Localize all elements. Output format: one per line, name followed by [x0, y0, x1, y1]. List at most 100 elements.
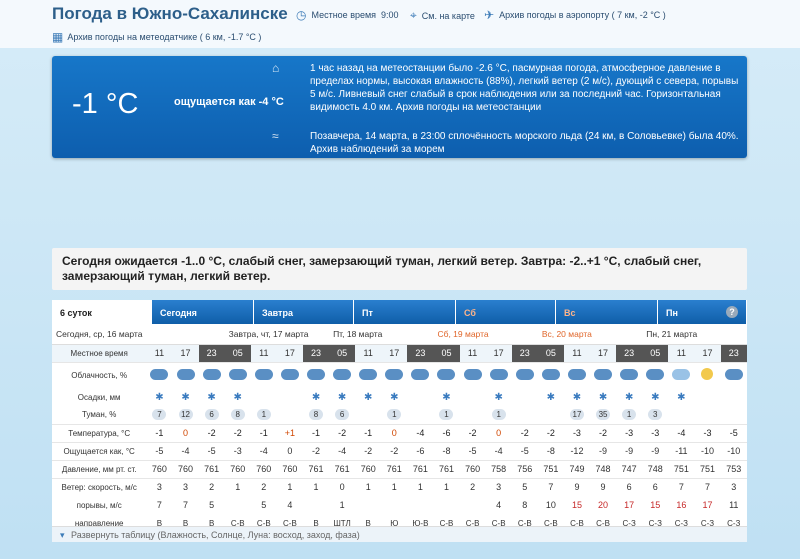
cloud-icon	[411, 368, 430, 380]
sun-icon	[701, 368, 714, 381]
temperature-cell: -2	[537, 423, 564, 442]
help-icon[interactable]: ?	[726, 306, 738, 318]
hours-cell: 17	[590, 343, 617, 362]
map-pin-icon: ⌖	[410, 8, 417, 22]
tab-3[interactable]: Завтра	[254, 300, 354, 324]
wind-cell: 1	[355, 477, 382, 496]
precip-cell: ✱	[303, 388, 329, 406]
tab-4[interactable]: Пт	[354, 300, 456, 324]
gusts-cell	[407, 496, 433, 514]
pressure-cell: 760	[224, 459, 251, 478]
tab-1[interactable]: 6 суток	[52, 300, 152, 324]
temperature-row: Температура, °C -1 0 -2 -2 -1 +1 -1 -2 -1 0 -4 -6 -2 0…	[52, 423, 747, 442]
temperature-cell: -3	[563, 423, 590, 442]
temperature-cell: -2	[224, 423, 251, 442]
pressure-cell: 761	[329, 459, 356, 478]
precip-cell	[251, 388, 277, 406]
cloud-cell	[563, 361, 590, 388]
fog-cell	[512, 406, 538, 424]
fog-badge: 8	[309, 409, 323, 421]
station-archive-link[interactable]: ▦ Архив погоды на метеодатчике ( 6 км, -…	[52, 30, 261, 44]
temperature-cell: -3	[616, 423, 643, 442]
fog-badge: 6	[335, 409, 350, 421]
fog-badge: 1	[491, 409, 506, 421]
fog-cell: 8	[225, 406, 251, 424]
temperature-cell: -2	[198, 423, 225, 442]
fog-cell: 7	[146, 406, 172, 424]
snow-icon: ✱	[546, 391, 556, 403]
cloud-cell	[511, 361, 538, 388]
feels-cell: -4	[250, 441, 277, 460]
hours-cell: 23	[616, 343, 643, 362]
gusts-cell	[303, 496, 329, 514]
pressure-cell: 761	[302, 459, 330, 478]
cloud-icon	[620, 368, 639, 380]
feels-cell: -12	[563, 441, 590, 460]
temperature-cell: -3	[694, 423, 721, 442]
tab-2[interactable]: Сегодня	[152, 300, 254, 324]
gusts-cell: 7	[156, 500, 162, 510]
precip-cell: ✱	[433, 388, 459, 406]
precip-cell	[460, 388, 486, 406]
local-time: ◷ Местное время 9:00	[296, 8, 399, 22]
wind-cell: 9	[590, 477, 617, 496]
gusts-cell	[225, 496, 251, 514]
pressure-cell: 756	[511, 459, 538, 478]
row-label: Местное время	[52, 343, 147, 362]
hours-cell: 23	[198, 343, 225, 362]
hours-cell: 23	[302, 343, 330, 362]
temperature-cell: -4	[668, 423, 695, 442]
fog-badge: 6	[204, 409, 219, 421]
fog-cell: 1	[616, 406, 642, 424]
precip-cell	[721, 388, 747, 406]
day-tabs: 6 суток Сегодня Завтра Пт Сб Вс Пн?	[52, 300, 747, 324]
cloud-cell	[642, 361, 669, 388]
cloud-cell	[459, 361, 486, 388]
snow-icon: ✱	[233, 391, 242, 403]
tab-7[interactable]: Пн?	[658, 300, 747, 324]
page-title: Погода в Южно-Сахалинске	[52, 4, 288, 23]
cloud-cell	[590, 361, 617, 388]
fog-cell: 8	[303, 406, 329, 424]
feels-cell: -11	[668, 441, 695, 460]
feels-cell: -4	[172, 441, 199, 460]
gusts-cell: 17	[702, 500, 713, 510]
cloud-cell	[355, 361, 382, 388]
feels-cell: -2	[302, 441, 330, 460]
cloud-cell	[329, 361, 356, 388]
precip-cell	[512, 388, 538, 406]
tab-5[interactable]: Сб	[456, 300, 556, 324]
fog-badge: 8	[230, 409, 245, 421]
hours-cell: 11	[355, 343, 382, 362]
cloud-icon	[437, 368, 456, 380]
feels-cell: 0	[276, 441, 303, 460]
map-link[interactable]: ⌖ См. на карте	[410, 8, 475, 23]
expand-table-link[interactable]: ▾ Развернуть таблицу (Влажность, Солнце,…	[52, 526, 747, 542]
gusts-cell	[433, 496, 459, 514]
tab-6[interactable]: Вс	[556, 300, 658, 324]
snow-icon: ✱	[677, 391, 686, 403]
snow-icon: ✱	[364, 391, 373, 403]
cloud-cell	[172, 361, 199, 388]
sea-observation: ≈ Позавчера, 14 марта, в 23:00 сплочённо…	[272, 129, 739, 156]
fog-cell: 3	[642, 406, 668, 424]
gusts-cell: 1	[339, 500, 345, 510]
wind-cell: 2	[250, 477, 277, 496]
airport-archive-link[interactable]: ✈ Архив погоды в аэропорту ( 7 км, -2 °C…	[484, 8, 666, 22]
snow-icon: ✱	[311, 391, 321, 403]
feels-cell: -6	[407, 441, 434, 460]
gusts-cell: 4	[496, 500, 502, 510]
row-label: Ветер: скорость, м/с	[52, 477, 147, 496]
cloud-cell	[302, 361, 330, 388]
temperature-cell: -2	[511, 423, 538, 442]
cloud-icon	[646, 368, 665, 380]
sea-icon: ≈	[272, 129, 279, 143]
temperature-cell: -1	[250, 423, 277, 442]
temperature-cell: 0	[172, 423, 199, 442]
precip-cell: ✱	[538, 388, 564, 406]
day-label: Пн, 21 марта	[642, 324, 747, 345]
wind-cell: 6	[616, 477, 643, 496]
gusts-cell	[460, 496, 486, 514]
cloud-cell	[720, 361, 747, 388]
feels-cell: -4	[329, 441, 356, 460]
